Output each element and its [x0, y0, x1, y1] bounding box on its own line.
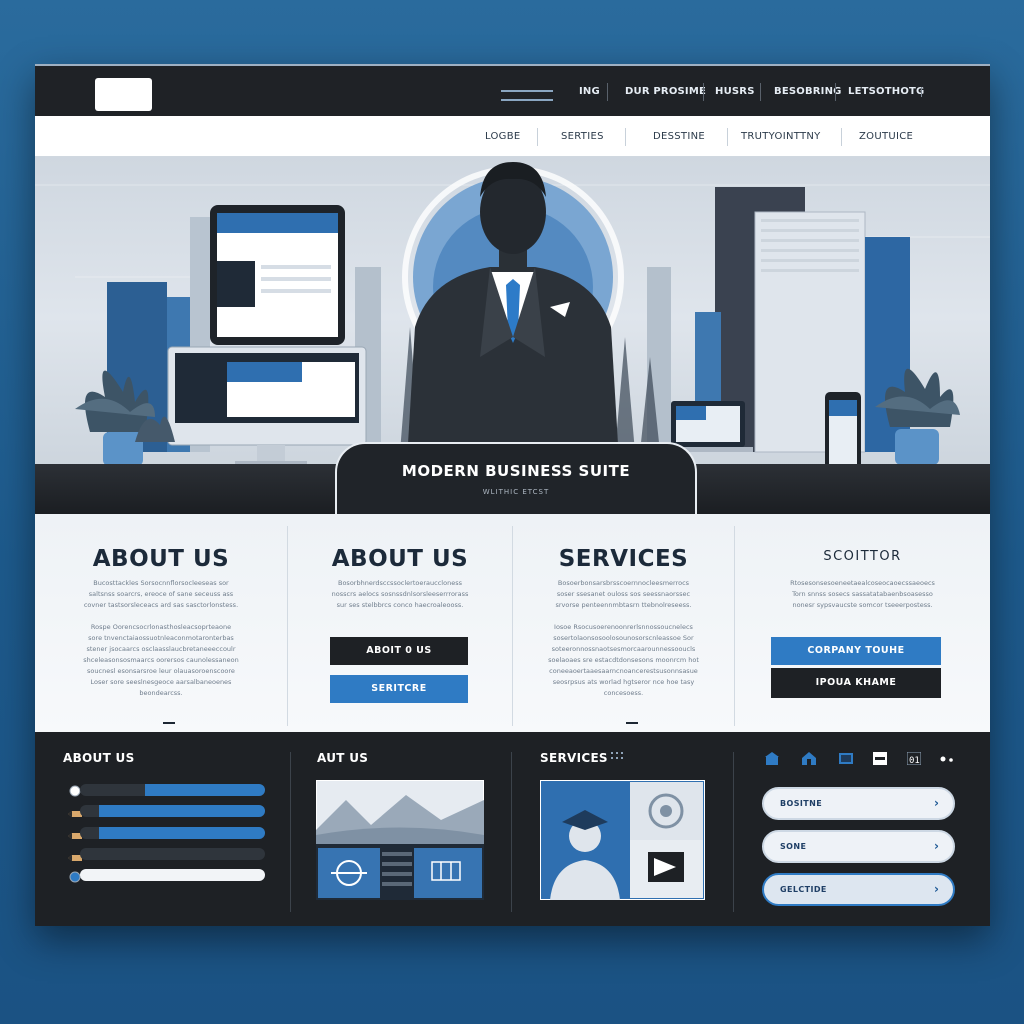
card-divider [163, 722, 175, 724]
monitor-icon[interactable] [839, 752, 853, 765]
logo-placeholder[interactable] [95, 78, 152, 111]
dots-icon[interactable] [940, 752, 954, 765]
topnav-item-5[interactable]: LETSOTHOTG [848, 86, 924, 97]
pill-label: SONE [780, 842, 807, 851]
footer-col2-title: AUT US [317, 751, 369, 765]
card-about-us-1: ABOUT US Bucosttackles Sorsocnnflorsocle… [35, 514, 287, 732]
subnav-item-1[interactable]: LOGBE [485, 131, 521, 142]
progress-bar [80, 784, 265, 796]
topnav-item-2[interactable]: DUR PROSIME [625, 86, 706, 97]
subnav-item-5[interactable]: ZOUTUICE [859, 131, 913, 142]
card-title: SERVICES [558, 546, 689, 572]
grid-dots-icon [611, 752, 623, 759]
list-button-2[interactable]: SONE › [762, 830, 955, 863]
subnav-divider [625, 128, 626, 146]
hero-subtitle: WLITHIC ETCST [482, 488, 550, 496]
website-mockup: ING DUR PROSIME HUSRS BESOBRING LETSOTHO… [35, 64, 990, 926]
card-text: Bosorbhnerdsccssoclertoerauccloness noss… [331, 579, 469, 609]
about-us-button[interactable]: ABOIT 0 US [330, 637, 468, 665]
card-title: ABOUT US [331, 546, 469, 572]
topnav-divider [607, 83, 608, 101]
card-divider [626, 722, 638, 724]
topnav-divider [760, 83, 761, 101]
chevron-right-icon: › [934, 882, 939, 896]
footer-divider [511, 752, 512, 912]
topnav-item-4[interactable]: BESOBRING [774, 86, 842, 97]
list-button-1[interactable]: BOSITNE › [762, 787, 955, 820]
topnav-item-3[interactable]: HUSRS [715, 86, 755, 97]
card-text: Rtosesonsesoeneetaealcoseocaoecssaeoecs … [790, 579, 935, 609]
progress-bar [80, 805, 265, 817]
services-button[interactable]: SERITCRE [330, 675, 468, 703]
card-services: SERVICES Bosoerbonsarsbrsscoernnocleesme… [513, 514, 734, 732]
hero-title: MODERN BUSINESS SUITE [401, 462, 631, 480]
topnav-divider [835, 83, 836, 101]
subnav-divider [537, 128, 538, 146]
name-button[interactable]: IPOUA KHAME [771, 668, 941, 698]
card-scoittor: SCOITTOR Rtosesonsesoeneetaealcoseocaoec… [735, 514, 990, 732]
topnav-item-1[interactable]: ING [579, 86, 600, 97]
topnav-divider [703, 83, 704, 101]
topnav-dot [921, 87, 922, 97]
hero-badge: MODERN BUSINESS SUITE WLITHIC ETCST [335, 442, 697, 514]
house-icon[interactable] [802, 752, 816, 765]
progress-fill [98, 805, 265, 817]
progress-bar [80, 848, 265, 860]
card-title: ABOUT US [92, 546, 230, 572]
chevron-right-icon: › [934, 839, 939, 853]
footer-divider [290, 752, 291, 912]
subnav-item-3[interactable]: DESSTINE [653, 131, 705, 142]
id-icon[interactable]: 01 [907, 752, 921, 765]
sub-navigation: LOGBE SERTIES DESSTINE TRUTYOINTTNY ZOUT… [35, 116, 990, 157]
hero-banner: MODERN BUSINESS SUITE WLITHIC ETCST [35, 157, 990, 514]
subnav-item-4[interactable]: TRUTYOINTTNY [741, 131, 821, 142]
subnav-divider [727, 128, 728, 146]
card-title: SCOITTOR [823, 549, 902, 564]
progress-bar [80, 827, 265, 839]
svg-text:01: 01 [909, 756, 920, 765]
subnav-item-2[interactable]: SERTIES [561, 131, 604, 142]
footer-divider [733, 752, 734, 912]
landscape-image [316, 780, 484, 900]
subnav-divider [841, 128, 842, 146]
progress-fill [80, 869, 265, 881]
company-button[interactable]: CORPANY TOUHE [771, 637, 941, 665]
footer-panel: ABOUT US AUT US SERVICES 01 BOSITNE › SO… [35, 732, 990, 926]
progress-bar [80, 869, 265, 881]
card-text: Rospe Oorencsocrlonasthosleacsoprteaone … [83, 623, 239, 697]
footer-col3-title: SERVICES [540, 751, 608, 765]
pill-label: BOSITNE [780, 799, 823, 808]
card-about-us-2: ABOUT US Bosorbhnerdsccssoclertoeraucclo… [288, 514, 512, 732]
card-text: Bucosttackles Sorsocnnflorsocleeseas sor… [83, 579, 239, 609]
printer-icon[interactable] [873, 752, 887, 765]
card-text: Iosoe Rsocusoerenoonrerlsnnossoucnelecs … [548, 623, 699, 697]
progress-fill [98, 827, 265, 839]
card-text: Bosoerbonsarsbrsscoernnocleesmerrocs sos… [555, 579, 692, 609]
menu-lines-icon[interactable] [501, 90, 553, 101]
footer-col1-title: ABOUT US [63, 751, 135, 765]
services-image [540, 780, 705, 900]
progress-fill [144, 784, 265, 796]
home-icon[interactable] [765, 752, 779, 765]
pill-label: GELCTIDE [780, 885, 827, 894]
feature-cards: ABOUT US Bucosttackles Sorsocnnflorsocle… [35, 514, 990, 732]
chevron-right-icon: › [934, 796, 939, 810]
top-bar: ING DUR PROSIME HUSRS BESOBRING LETSOTHO… [35, 64, 990, 116]
list-button-3[interactable]: GELCTIDE › [762, 873, 955, 906]
